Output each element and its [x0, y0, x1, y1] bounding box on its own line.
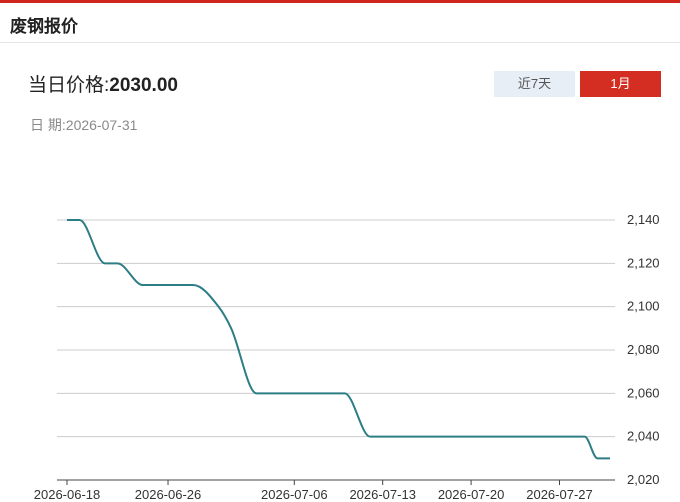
y-tick-label: 2,120 [627, 255, 660, 270]
header-title: 废钢报价 [10, 17, 78, 36]
price-label: 当日价格: [28, 75, 110, 96]
date-value: 2026-07-31 [65, 117, 138, 133]
price-row: 当日价格:2030.00 [28, 70, 178, 97]
date-row: 日 期:2026-07-31 [30, 115, 137, 135]
x-tick-label: 2026-07-06 [261, 487, 328, 502]
x-tick-label: 2026-06-18 [34, 487, 101, 502]
y-tick-label: 2,060 [627, 385, 660, 400]
y-tick-label: 2,140 [627, 212, 660, 227]
y-tick-label: 2,020 [627, 472, 660, 487]
price-line-chart: 2,020 2,040 2,060 2,080 2,100 2,120 2,140 2026-… [34, 212, 660, 502]
y-tick-label: 2,040 [627, 429, 660, 444]
price-value: 2030.00 [109, 75, 178, 96]
y-tick-label: 2,100 [627, 299, 660, 314]
x-tick-label: 2026-06-26 [135, 487, 202, 502]
x-tick-label: 2026-07-13 [349, 487, 416, 502]
x-tick-label: 2026-07-20 [438, 487, 505, 502]
y-tick-label: 2,080 [627, 342, 660, 357]
series-line [66, 219, 610, 460]
header: 废钢报价 [0, 3, 680, 43]
tab-1-month[interactable]: 1月 [580, 71, 661, 97]
x-tick-label: 2026-07-27 [526, 487, 593, 502]
date-label: 日 期: [30, 117, 66, 133]
tab-7-days[interactable]: 近7天 [494, 71, 575, 97]
